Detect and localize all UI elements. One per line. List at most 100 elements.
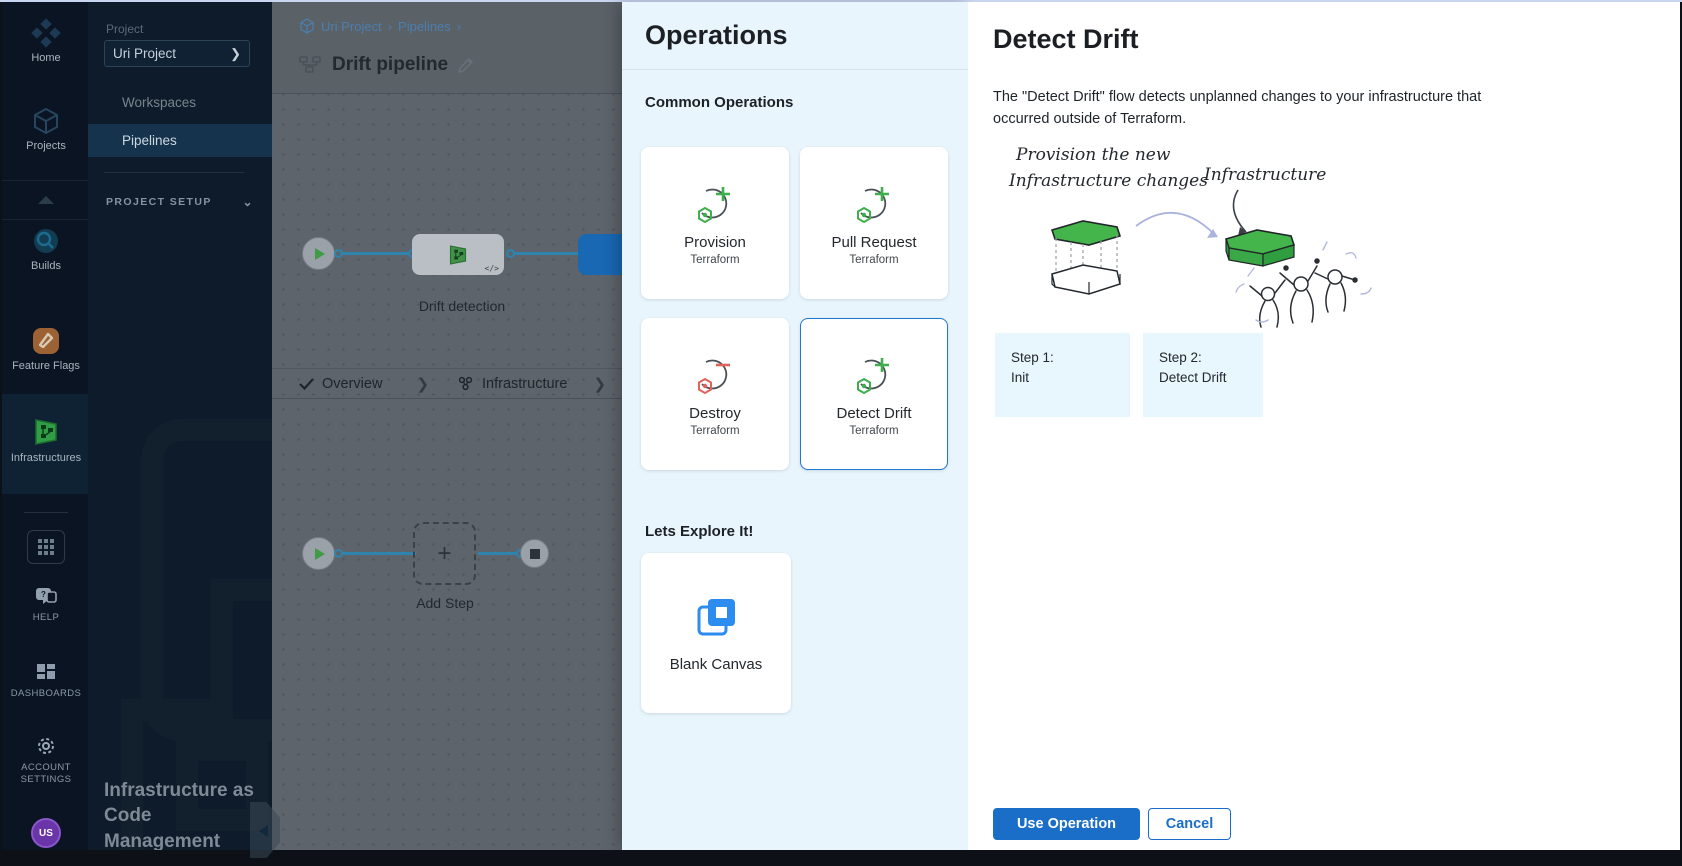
gear-icon (34, 734, 58, 758)
step-title: Step 2: (1159, 348, 1247, 368)
card-sublabel: Terraform (690, 425, 739, 437)
detect-drift-detail-panel: Detect Drift The "Detect Drift" flow det… (968, 2, 1682, 850)
rail-item-builds[interactable]: Builds (2, 226, 90, 272)
nav-item-label: Workspaces (122, 95, 196, 110)
illustration-caption-1: Provision the new (1015, 145, 1171, 165)
operation-card-destroy[interactable]: Destroy Terraform (641, 318, 789, 470)
rail-item-label: Infrastructures (2, 452, 90, 464)
add-step-label: Add Step (404, 595, 486, 611)
rail-item-account-settings[interactable]: ACCOUNT SETTINGS (2, 734, 90, 787)
rail-collapse-toggle[interactable] (2, 180, 90, 220)
project-selector[interactable]: Uri Project ❯ (104, 40, 250, 67)
infrastructure-stage-icon (446, 243, 470, 267)
project-selector-value: Uri Project (113, 46, 176, 61)
tab-infrastructure[interactable]: Infrastructure (457, 376, 567, 392)
app-body: Home Projects Builds (0, 2, 1682, 850)
project-nav-panel: Project Uri Project ❯ Workspaces Pipelin… (88, 2, 272, 850)
chevron-right-icon: ❯ (593, 375, 606, 393)
connector-dot (506, 249, 515, 258)
provision-terraform-icon (692, 181, 738, 227)
project-setup-label: PROJECT SETUP (106, 196, 212, 208)
destroy-terraform-icon (692, 352, 738, 398)
pull-request-terraform-icon (851, 181, 897, 227)
connector-line (338, 252, 416, 255)
rail-item-label: HELP (2, 612, 90, 624)
nav-item-workspaces[interactable]: Workspaces (88, 86, 272, 119)
card-label: Detect Drift (836, 405, 911, 422)
illustration-caption-2: Infrastructure changes (1008, 171, 1208, 191)
nav-item-label: Pipelines (122, 133, 177, 148)
blank-canvas-icon (693, 594, 739, 640)
step-title: Step 1: (1011, 348, 1114, 368)
cancel-button[interactable]: Cancel (1148, 808, 1231, 840)
detail-footer-buttons: Use Operation Cancel (993, 808, 1231, 840)
breadcrumb-project-link[interactable]: Uri Project (321, 19, 382, 34)
common-operations-heading: Common Operations (645, 94, 793, 111)
rail-item-infrastructures[interactable]: Infrastructures (2, 416, 90, 464)
app-window: Home Projects Builds (0, 0, 1682, 866)
tab-overview[interactable]: Overview (299, 376, 382, 392)
use-operation-button[interactable]: Use Operation (993, 808, 1140, 840)
step-subtitle: Detect Drift (1159, 368, 1247, 388)
operation-card-provision[interactable]: Provision Terraform (641, 147, 789, 299)
svg-text:?: ? (41, 590, 46, 599)
card-sublabel: Terraform (690, 254, 739, 266)
nav-divider (104, 172, 244, 173)
card-label: Blank Canvas (670, 656, 763, 673)
connector-line (512, 252, 578, 255)
project-section-label: Project (106, 22, 143, 36)
background-watermark (92, 290, 272, 850)
step-box-2: Step 2: Detect Drift (1143, 333, 1263, 417)
rail-item-dashboards[interactable]: DASHBOARDS (2, 662, 90, 700)
chevron-right-icon: ❯ (416, 375, 429, 393)
pipeline-icon (299, 56, 323, 74)
grid-icon (37, 538, 55, 556)
illustration-caption-3: Infrastructure (1203, 165, 1326, 185)
nav-item-pipelines[interactable]: Pipelines (88, 124, 272, 157)
rail-item-projects[interactable]: Projects (2, 106, 90, 152)
operation-card-grid: Provision Terraform Pull Request Terrafo… (641, 147, 949, 470)
card-label: Destroy (689, 405, 741, 422)
collapse-up-icon (38, 196, 54, 204)
breadcrumb: Uri Project › Pipelines › (299, 18, 461, 34)
run-node[interactable] (302, 537, 335, 570)
stage-node-drift-detection[interactable]: </> (412, 234, 504, 275)
project-setup-toggle[interactable]: PROJECT SETUP ⌄ (106, 195, 254, 209)
tab-label: Infrastructure (482, 376, 567, 392)
rail-item-home[interactable]: Home (2, 18, 90, 64)
breadcrumb-pipelines-link[interactable]: Pipelines (398, 19, 451, 34)
blank-canvas-card[interactable]: Blank Canvas (641, 553, 791, 713)
collapse-left-icon (259, 825, 268, 837)
connector-line (338, 552, 416, 555)
play-icon (315, 248, 325, 260)
tab-label: Overview (322, 376, 382, 392)
user-avatar[interactable]: US (31, 818, 61, 848)
rail-divider-line (24, 512, 68, 513)
drawer-title: Operations (645, 20, 788, 51)
end-node (520, 539, 549, 568)
run-pipeline-node[interactable] (302, 237, 335, 270)
dashboards-icon (35, 662, 57, 684)
module-rail: Home Projects Builds (0, 2, 88, 850)
rail-item-feature-flags[interactable]: Feature Flags (2, 326, 90, 372)
rail-item-label: ACCOUNT SETTINGS (13, 762, 79, 787)
stop-icon (530, 549, 540, 559)
stage-node-new-partial[interactable] (578, 234, 622, 275)
drawer-divider (622, 69, 968, 70)
detect-drift-terraform-icon (851, 352, 897, 398)
card-sublabel: Terraform (849, 254, 898, 266)
operation-card-pull-request[interactable]: Pull Request Terraform (800, 147, 948, 299)
detail-title: Detect Drift (993, 24, 1139, 55)
add-step-button[interactable]: + (413, 522, 476, 585)
rail-item-label: Builds (2, 260, 90, 272)
check-icon (299, 378, 314, 390)
step-subtitle: Init (1011, 368, 1114, 388)
module-picker-button[interactable] (27, 530, 65, 564)
chevron-right-icon: ❯ (230, 46, 241, 62)
rail-item-help[interactable]: ? HELP (2, 586, 90, 624)
operation-card-detect-drift[interactable]: Detect Drift Terraform (800, 318, 948, 470)
card-label: Pull Request (831, 234, 916, 251)
operations-drawer: Operations Common Operations Provision T… (622, 2, 968, 850)
edit-pencil-icon[interactable] (457, 57, 474, 74)
rail-item-label: Feature Flags (2, 360, 90, 372)
